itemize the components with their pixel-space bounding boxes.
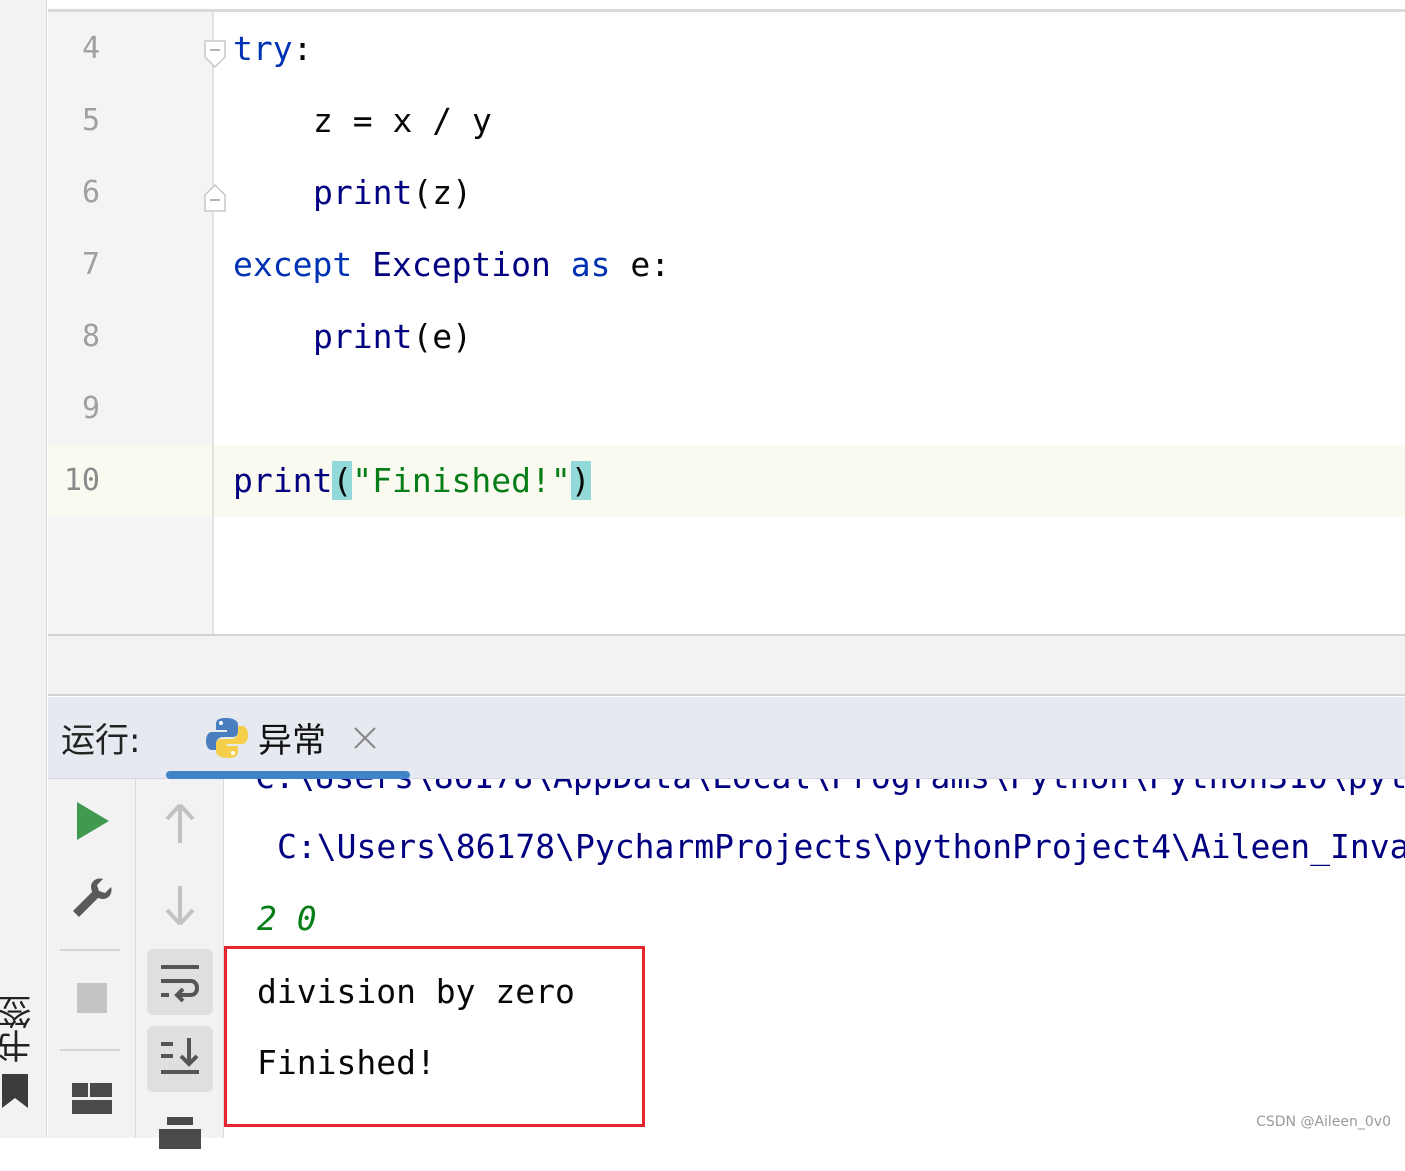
run-panel-header: 运行: 异常: [48, 697, 1405, 779]
annotation-highlight-box: [224, 946, 645, 1127]
bookmark-icon[interactable]: [0, 1072, 30, 1112]
line-number: 8: [81, 319, 100, 354]
left-tool-strip: 书签: [0, 0, 47, 1138]
line-number: 5: [81, 103, 100, 138]
toolbar-separator: [60, 949, 120, 951]
code-text: print("Finished!"): [233, 461, 591, 500]
close-icon[interactable]: [352, 725, 378, 751]
run-toolbar-primary: [48, 779, 136, 1138]
line-number: 7: [81, 247, 100, 282]
code-editor[interactable]: 4 try: 5 z = x / y 6 print(z) 7 except E…: [48, 0, 1405, 634]
line-number: 6: [81, 175, 100, 210]
watermark: CSDN @Aileen_0v0: [1256, 1114, 1391, 1130]
python-icon: [206, 718, 248, 758]
code-line-6[interactable]: 6 print(z): [48, 157, 1405, 229]
scroll-to-end-icon[interactable]: [147, 1026, 213, 1092]
run-tab[interactable]: 异常: [166, 697, 411, 779]
tab-label: 异常: [258, 721, 326, 761]
console-script-path[interactable]: C:\Users\86178\PycharmProjects\pythonPro…: [277, 827, 1405, 867]
editor-top-border: [48, 9, 1405, 12]
code-line-8[interactable]: 8 print(e): [48, 301, 1405, 373]
bookmarks-label[interactable]: 书签: [0, 995, 38, 1063]
down-arrow-icon[interactable]: [147, 870, 213, 936]
code-text: try:: [233, 29, 313, 68]
code-text: except Exception as e:: [233, 245, 671, 284]
code-text: print(e): [313, 317, 472, 356]
fold-end-marker-icon[interactable]: [203, 183, 227, 213]
run-toolbar-secondary: [136, 779, 224, 1149]
code-line-4[interactable]: 4 try:: [48, 13, 1405, 85]
code-line-7[interactable]: 7 except Exception as e:: [48, 229, 1405, 301]
matched-brace: ): [570, 461, 591, 500]
line-number: 4: [81, 31, 100, 66]
code-line-5[interactable]: 5 z = x / y: [48, 85, 1405, 157]
active-tab-indicator: [166, 771, 410, 779]
matched-brace: (: [332, 461, 353, 500]
line-number: 9: [81, 391, 100, 426]
run-icon[interactable]: [59, 788, 125, 854]
code-text: print(z): [313, 173, 472, 212]
fold-marker-icon[interactable]: [203, 39, 227, 69]
up-arrow-icon[interactable]: [147, 793, 213, 859]
stop-icon[interactable]: [59, 965, 125, 1031]
code-text: z = x / y: [313, 101, 492, 140]
console-command-line: C:\Users\86178\AppData\Local\Programs\Py…: [255, 779, 1405, 797]
toolbar-separator: [60, 1049, 120, 1051]
line-number: 10: [63, 463, 100, 498]
editor-status-area: [48, 634, 1405, 696]
run-label: 运行:: [61, 721, 141, 761]
soft-wrap-icon[interactable]: [147, 949, 213, 1015]
console-user-input: 2 0: [257, 899, 317, 938]
layout-icon[interactable]: [59, 1065, 125, 1131]
wrench-icon[interactable]: [59, 865, 125, 931]
print-icon[interactable]: [147, 1105, 213, 1171]
code-line-10-current[interactable]: 10 print("Finished!"): [48, 445, 1405, 517]
code-line-9[interactable]: 9: [48, 373, 1405, 445]
